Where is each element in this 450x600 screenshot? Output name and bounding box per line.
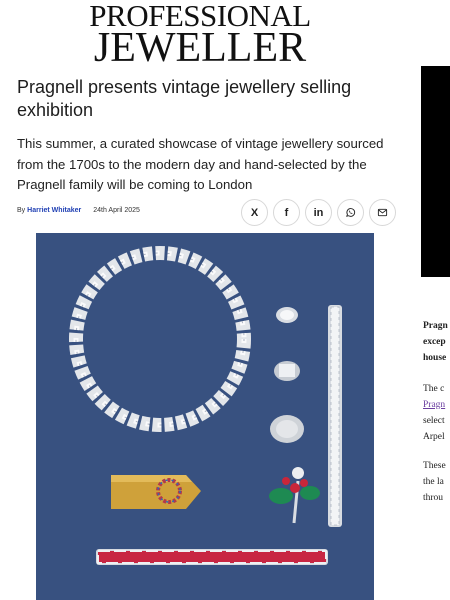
article-headline: Pragnell presents vintage jewellery sell… <box>17 77 352 120</box>
byline: By Harriet Whitaker 24th April 2025 <box>17 207 140 214</box>
masthead-logo[interactable]: PROFESSIONAL JEWELLER <box>0 0 400 71</box>
linkedin-icon: in <box>313 206 324 219</box>
diamond-ring <box>276 307 298 323</box>
masthead-line-2: JEWELLER <box>93 25 307 71</box>
share-x-button[interactable]: X <box>241 199 268 226</box>
ruby-diamond-bracelet <box>96 549 328 565</box>
sidebar-paragraph-3: These the la throu <box>423 461 446 503</box>
sidebar-paragraph-2: The c Pragn select Arpel <box>423 381 450 445</box>
byline-prefix: By <box>17 207 26 214</box>
article-standfirst: This summer, a curated showcase of vinta… <box>17 136 384 192</box>
facebook-icon: f <box>284 206 289 219</box>
bombe-ring <box>270 415 304 443</box>
diamond-line-bracelet <box>328 305 342 527</box>
advertisement-panel[interactable] <box>421 66 450 277</box>
email-icon <box>377 208 388 217</box>
sidebar-paragraph-1: Pragn excep house <box>423 321 448 363</box>
author-link[interactable]: Harriet Whitaker <box>27 207 81 214</box>
hero-image-jewellery <box>36 233 374 600</box>
whatsapp-icon <box>346 208 356 217</box>
share-email-button[interactable] <box>369 199 396 226</box>
sidebar-link[interactable]: Pragn <box>423 397 450 413</box>
gold-clip-brooch <box>111 475 201 509</box>
share-whatsapp-button[interactable] <box>337 199 364 226</box>
x-icon: X <box>250 206 259 219</box>
publish-date: 24th April 2025 <box>93 207 140 214</box>
jewellery-photo <box>36 233 374 600</box>
share-bar: X f in <box>241 199 396 226</box>
share-linkedin-button[interactable]: in <box>305 199 332 226</box>
share-facebook-button[interactable]: f <box>273 199 300 226</box>
emerald-cut-ring <box>274 361 300 381</box>
